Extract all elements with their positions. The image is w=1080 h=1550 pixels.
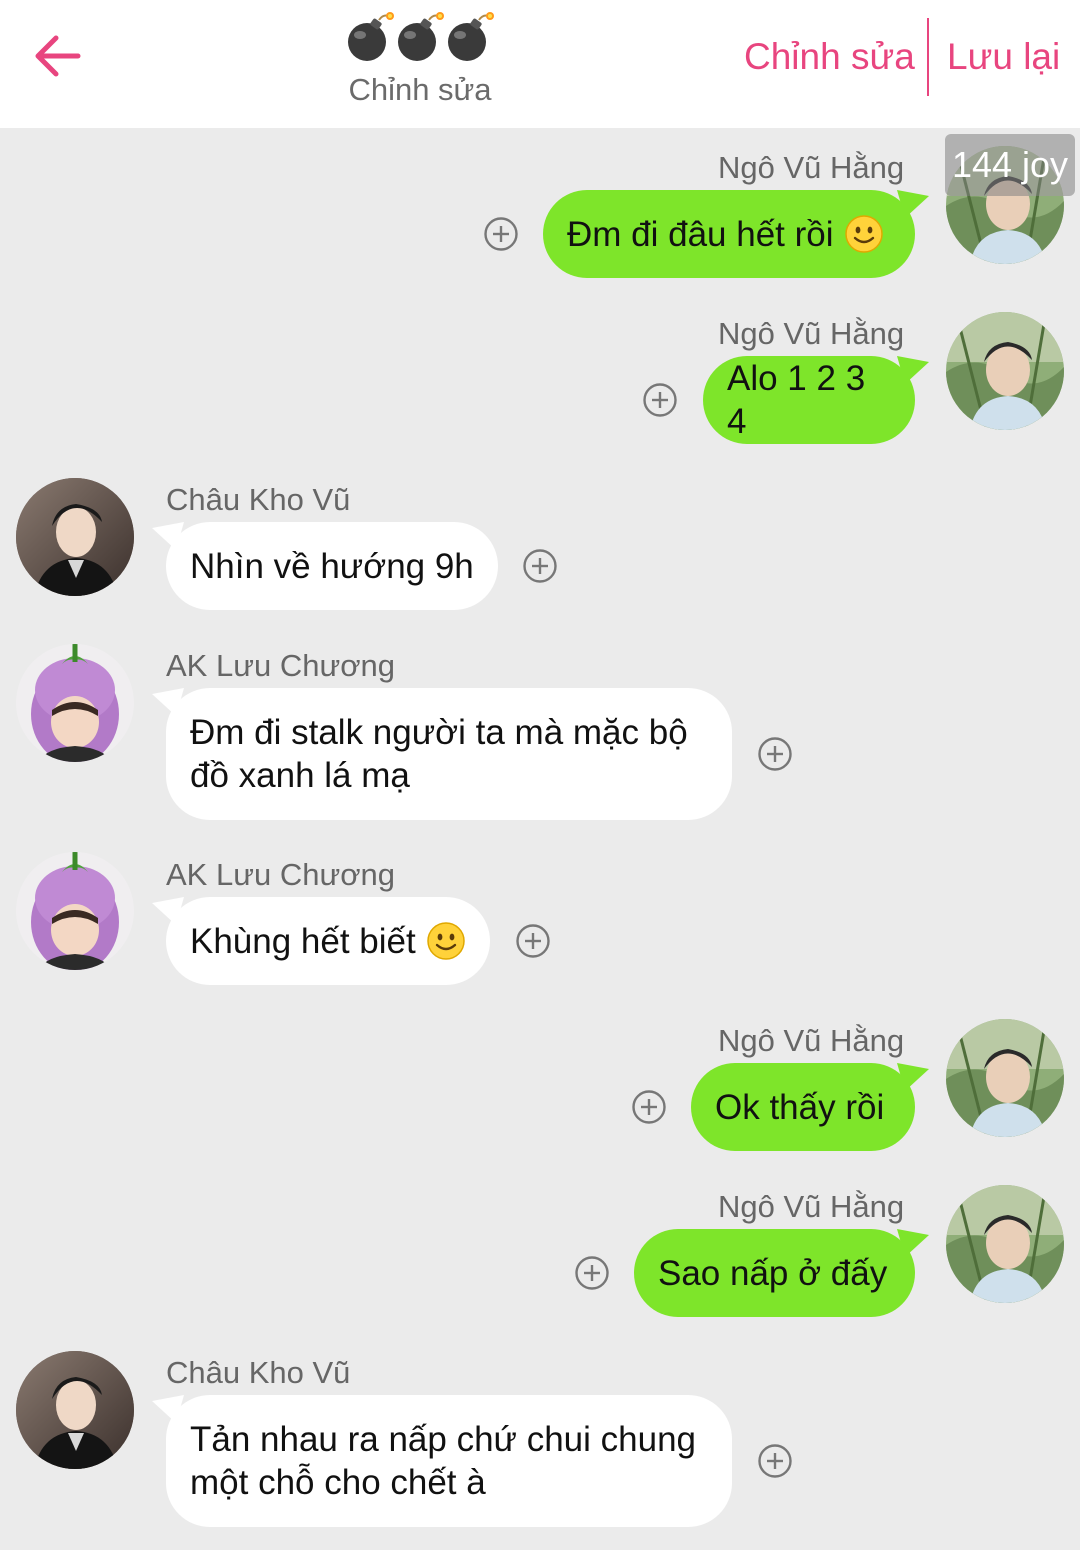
sender-name: AK Lưu Chương bbox=[166, 857, 396, 892]
chat-subtitle: Chỉnh sửa bbox=[348, 72, 492, 107]
bubble-tail bbox=[152, 522, 184, 550]
bomb-icon bbox=[445, 10, 495, 66]
avatar-ak-luu-chuong[interactable] bbox=[16, 852, 134, 970]
sender-name: AK Lưu Chương bbox=[166, 648, 396, 683]
avatar-ngo-vu-hang[interactable] bbox=[946, 1019, 1064, 1137]
bomb-icon bbox=[395, 10, 445, 66]
bomb-icon bbox=[345, 10, 395, 66]
watermark-label: 144 joy bbox=[945, 134, 1075, 196]
chat-title: Chỉnh sửa bbox=[300, 10, 540, 120]
back-arrow-icon[interactable] bbox=[28, 28, 88, 84]
bubble-tail bbox=[152, 897, 184, 925]
add-reaction-icon[interactable] bbox=[631, 1089, 667, 1125]
title-emoji-group bbox=[300, 10, 540, 66]
message-bubble[interactable]: Đm đi stalk người ta mà mặc bộ đồ xanh l… bbox=[166, 688, 732, 820]
slight-smile-icon bbox=[426, 921, 466, 961]
sender-name: Châu Kho Vũ bbox=[166, 1355, 351, 1390]
avatar-chau-kho-vu[interactable] bbox=[16, 1351, 134, 1469]
message-text-line: Tản nhau ra nấp chứ chui chung bbox=[190, 1420, 696, 1459]
add-reaction-icon[interactable] bbox=[757, 736, 793, 772]
message-bubble[interactable]: Nhìn về hướng 9h bbox=[166, 522, 498, 610]
message-bubble[interactable]: Ok thấy rồi bbox=[691, 1063, 915, 1151]
message-text: Đm đi đâu hết rồi bbox=[567, 214, 834, 254]
bubble-tail bbox=[897, 190, 929, 218]
message-item: Châu Kho Vũ Tản nhau ra nấp chứ chui chu… bbox=[0, 0, 1080, 1527]
sender-name: Ngô Vũ Hằng bbox=[718, 1189, 905, 1224]
message-bubble[interactable]: Alo 1 2 3 4 bbox=[703, 356, 915, 444]
message-text: Đm đi stalk người ta mà mặc bộ đồ xanh l… bbox=[190, 711, 688, 797]
message-text-line: Đm đi stalk người ta mà mặc bộ bbox=[190, 713, 688, 752]
message-text: Sao nấp ở đấy bbox=[658, 1253, 888, 1293]
add-reaction-icon[interactable] bbox=[515, 923, 551, 959]
message-text-line: đồ xanh lá mạ bbox=[190, 756, 410, 795]
bubble-tail bbox=[897, 1229, 929, 1257]
bubble-tail bbox=[897, 1063, 929, 1091]
avatar-ngo-vu-hang[interactable] bbox=[946, 312, 1064, 430]
edit-button[interactable]: Chỉnh sửa bbox=[744, 36, 915, 78]
add-reaction-icon[interactable] bbox=[483, 216, 519, 252]
message-bubble[interactable]: Đm đi đâu hết rồi bbox=[543, 190, 915, 278]
message-text: Tản nhau ra nấp chứ chui chung một chỗ c… bbox=[190, 1418, 696, 1504]
message-text: Alo 1 2 3 4 bbox=[727, 359, 866, 441]
sender-name: Ngô Vũ Hằng bbox=[718, 316, 905, 351]
message-bubble[interactable]: Khùng hết biết bbox=[166, 897, 490, 985]
add-reaction-icon[interactable] bbox=[642, 382, 678, 418]
message-bubble[interactable]: Tản nhau ra nấp chứ chui chung một chỗ c… bbox=[166, 1395, 732, 1527]
message-text: Ok thấy rồi bbox=[715, 1087, 885, 1127]
bubble-tail bbox=[152, 688, 184, 716]
avatar-ak-luu-chuong[interactable] bbox=[16, 644, 134, 762]
message-text: Nhìn về hướng 9h bbox=[190, 546, 474, 586]
avatar-ngo-vu-hang[interactable] bbox=[946, 1185, 1064, 1303]
sender-name: Châu Kho Vũ bbox=[166, 482, 351, 517]
avatar-chau-kho-vu[interactable] bbox=[16, 478, 134, 596]
add-reaction-icon[interactable] bbox=[522, 548, 558, 584]
header-divider bbox=[927, 18, 929, 96]
add-reaction-icon[interactable] bbox=[757, 1443, 793, 1479]
message-text-line: một chỗ cho chết à bbox=[190, 1463, 486, 1502]
message-text: Khùng hết biết bbox=[190, 921, 416, 961]
bubble-tail bbox=[897, 356, 929, 384]
top-bar: Chỉnh sửa Chỉnh sửa Lưu lại bbox=[0, 0, 1080, 128]
add-reaction-icon[interactable] bbox=[574, 1255, 610, 1291]
save-button[interactable]: Lưu lại bbox=[947, 36, 1060, 78]
slight-smile-icon bbox=[844, 214, 884, 254]
bubble-tail bbox=[152, 1395, 184, 1423]
sender-name: Ngô Vũ Hằng bbox=[718, 1023, 905, 1058]
message-bubble[interactable]: Sao nấp ở đấy bbox=[634, 1229, 915, 1317]
sender-name: Ngô Vũ Hằng bbox=[718, 150, 905, 185]
